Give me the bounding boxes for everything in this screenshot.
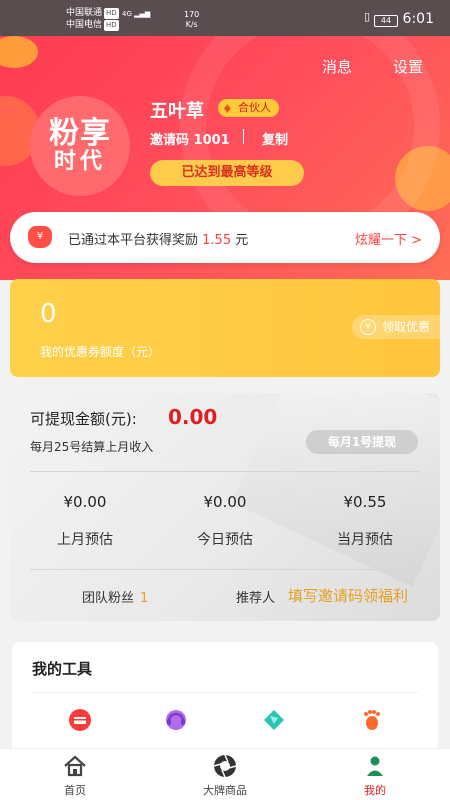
earnings-card: 可提现金额(元): 0.00 每月25号结算上月收入 每月1号提现 ¥0.00 …: [10, 393, 440, 621]
settings-button[interactable]: 设置: [393, 56, 423, 77]
tools-title: 我的工具: [32, 660, 93, 678]
customer-service-icon[interactable]: [164, 708, 188, 732]
carrier-2: 中国电信 HD: [66, 20, 119, 31]
share-link[interactable]: 炫耀一下 >: [355, 229, 422, 248]
speed-unit: K/s: [185, 20, 198, 29]
carrier-1: 中国联通 HD: [66, 8, 119, 19]
compass-icon[interactable]: [262, 708, 286, 732]
coupon-label: 我的优惠券额度（元）: [40, 345, 161, 359]
bottom-nav: 首页 大牌商品 我的: [0, 748, 450, 800]
decoration-facet: [231, 393, 440, 587]
battery-icon: 44: [374, 15, 398, 27]
nav-mine-label: 我的: [364, 784, 386, 797]
team-fans-label: 团队粉丝: [82, 591, 135, 606]
nav-home[interactable]: 首页: [0, 749, 150, 800]
copy-invite-button[interactable]: 复制: [262, 129, 288, 148]
coupon-card: 0 我的优惠券额度（元） ¥ 领取优惠: [10, 279, 440, 377]
stat-last-month: ¥0.00 上月预估: [15, 493, 155, 549]
signal-icon: 4G ▂▄▆: [122, 10, 151, 18]
speed-value: 170: [184, 10, 200, 19]
stat-label: 上月预估: [57, 532, 113, 548]
network-type-label: 4G: [122, 10, 132, 18]
nav-home-label: 首页: [64, 784, 86, 797]
messages-button[interactable]: 消息: [322, 56, 352, 77]
stat-value: ¥0.00: [63, 493, 107, 511]
nickname: 五叶草: [150, 101, 204, 122]
reward-banner[interactable]: ¥ 已通过本平台获得奖励 1.55 元 炫耀一下 >: [10, 212, 440, 263]
decoration-circle: [0, 36, 38, 68]
referrer-label: 推荐人: [236, 591, 276, 606]
stat-this-month: ¥0.55 当月预估: [295, 493, 435, 549]
invite-code: 邀请码 1001: [150, 133, 230, 148]
member-badge-label: 合伙人: [238, 101, 271, 114]
settlement-note: 每月25号结算上月收入: [30, 440, 154, 454]
claim-coupon-button[interactable]: ¥ 领取优惠: [351, 315, 440, 339]
reward-amount: 1.55: [202, 233, 232, 248]
home-icon: [64, 755, 86, 777]
footprint-icon[interactable]: [360, 708, 384, 732]
status-bar: 中国联通 HD 中国电信 HD 4G ▂▄▆ 170 K/s ▯ 44 6:01: [0, 0, 450, 36]
divider: [30, 471, 420, 472]
stat-value: ¥0.55: [343, 493, 387, 511]
reward-unit: 元: [235, 233, 249, 248]
logo-text-line2: 时代: [53, 149, 106, 174]
hd-badge: HD: [104, 8, 119, 19]
network-speed: 170 K/s: [184, 10, 199, 30]
withdrawable-label: 可提现金额(元):: [30, 410, 137, 428]
withdraw-button[interactable]: 每月1号提现: [306, 430, 418, 454]
reward-prefix: 已通过本平台获得奖励: [68, 233, 199, 248]
stat-value: ¥0.00: [203, 493, 247, 511]
stat-today: ¥0.00 今日预估: [155, 493, 295, 549]
withdrawable-amount: 0.00: [168, 405, 218, 429]
stat-label: 当月预估: [337, 532, 393, 548]
coupon-amount: 0: [40, 299, 57, 329]
nav-brands-label: 大牌商品: [203, 784, 247, 797]
carrier-1-label: 中国联通: [66, 8, 103, 18]
reward-text: 已通过本平台获得奖励 1.55 元: [68, 229, 248, 248]
divider: [30, 569, 420, 570]
nav-mine[interactable]: 我的: [300, 749, 450, 800]
logo-text-line1: 粉享: [49, 116, 111, 151]
yen-icon: ¥: [359, 319, 376, 335]
carrier-2-label: 中国电信: [66, 20, 103, 30]
hd-badge: HD: [104, 20, 119, 31]
divider: [32, 692, 418, 693]
avatar[interactable]: 粉享 时代: [30, 96, 130, 196]
team-fans[interactable]: 团队粉丝 1: [82, 587, 148, 606]
enter-invite-code-link[interactable]: 填写邀请码领福利: [288, 585, 408, 606]
money-bag-icon: ¥: [28, 226, 52, 248]
stat-label: 今日预估: [197, 532, 253, 548]
diamond-icon: ♦: [222, 102, 233, 116]
member-badge: ♦ 合伙人: [218, 99, 279, 117]
nav-brands[interactable]: 大牌商品: [150, 749, 300, 800]
credit-card-icon[interactable]: [68, 708, 92, 732]
shutter-icon: [213, 754, 237, 778]
tools-section: 我的工具: [12, 642, 438, 762]
level-status-button[interactable]: 已达到最高等级: [150, 160, 304, 186]
person-icon: [367, 756, 383, 776]
clock: 6:01: [402, 11, 434, 27]
claim-coupon-label: 领取优惠: [381, 320, 430, 334]
divider: [243, 129, 244, 144]
battery-level: 44: [380, 16, 392, 25]
team-fans-count: 1: [140, 591, 149, 606]
vibrate-icon: ▯: [363, 10, 370, 23]
